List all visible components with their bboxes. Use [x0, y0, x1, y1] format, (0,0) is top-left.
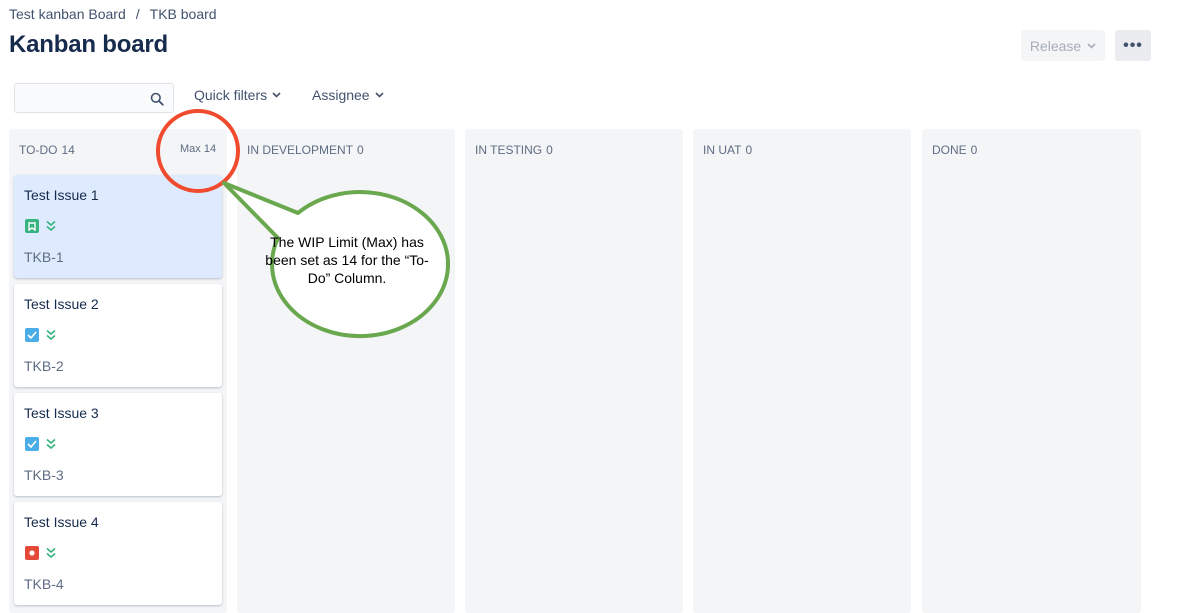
quick-filters-dropdown[interactable]: Quick filters [194, 87, 281, 103]
column-name: IN TESTING [475, 143, 543, 157]
priority-lowest-icon [46, 438, 56, 450]
column-name: IN UAT [703, 143, 742, 157]
card-title: Test Issue 3 [24, 405, 99, 421]
search-box [14, 83, 174, 113]
column-in-uat[interactable]: IN UAT 0 [693, 129, 911, 613]
column-header: DONE 0 [932, 143, 977, 157]
column-count: 0 [546, 143, 553, 157]
breadcrumb: Test kanban Board / TKB board [9, 6, 217, 22]
column-in-testing[interactable]: IN TESTING 0 [465, 129, 683, 613]
column-header: IN DEVELOPMENT 0 [247, 143, 364, 157]
issue-key[interactable]: TKB-3 [24, 467, 64, 483]
annotation-text: The WIP Limit (Max) has been set as 14 f… [265, 234, 429, 286]
task-icon [25, 328, 39, 342]
issue-key[interactable]: TKB-2 [24, 358, 64, 374]
search-icon[interactable] [150, 92, 164, 106]
column-name: DONE [932, 143, 967, 157]
issue-card[interactable]: Test Issue 3 TKB-3 [14, 393, 222, 496]
page-title: Kanban board [9, 31, 168, 58]
chevron-down-icon [1087, 42, 1096, 49]
column-todo[interactable]: TO-DO 14 Max 14 Test Issue 1 TKB-1 Test I… [9, 129, 227, 613]
assignee-dropdown[interactable]: Assignee [312, 87, 384, 103]
breadcrumb-separator: / [135, 6, 140, 22]
release-label: Release [1029, 37, 1082, 54]
issue-key[interactable]: TKB-4 [24, 576, 64, 592]
issue-key[interactable]: TKB-1 [24, 249, 64, 265]
quick-filters-label: Quick filters [194, 87, 268, 103]
priority-lowest-icon [46, 329, 56, 341]
issue-card[interactable]: Test Issue 2 TKB-2 [14, 284, 222, 387]
column-header: IN UAT 0 [703, 143, 752, 157]
column-count: 14 [61, 143, 75, 157]
card-title: Test Issue 2 [24, 296, 99, 312]
column-count: 0 [745, 143, 753, 157]
column-in-development[interactable]: IN DEVELOPMENT 0 [237, 129, 455, 613]
card-title: Test Issue 4 [24, 514, 99, 530]
release-button[interactable]: Release [1021, 30, 1105, 61]
breadcrumb-board-link[interactable]: TKB board [150, 6, 217, 22]
column-done[interactable]: DONE 0 [922, 129, 1141, 613]
column-count: 0 [357, 143, 364, 157]
more-actions-button[interactable]: ••• [1115, 30, 1151, 61]
chevron-down-icon [272, 92, 281, 98]
chevron-down-icon [375, 92, 384, 98]
bug-icon [25, 546, 39, 560]
column-name: TO-DO [19, 143, 58, 157]
priority-lowest-icon [46, 220, 56, 232]
card-title: Test Issue 1 [24, 187, 99, 203]
assignee-label: Assignee [312, 87, 370, 103]
column-header: TO-DO 14 [19, 143, 75, 157]
priority-lowest-icon [46, 547, 56, 559]
column-header: IN TESTING 0 [475, 143, 553, 157]
more-icon: ••• [1123, 36, 1143, 54]
issue-card[interactable]: Test Issue 4 TKB-4 [14, 502, 222, 605]
wip-limit-label: Max 14 [180, 143, 217, 155]
column-count: 0 [970, 143, 978, 157]
task-icon [25, 437, 39, 451]
search-input[interactable] [15, 84, 145, 112]
breadcrumb-project-link[interactable]: Test kanban Board [9, 6, 126, 22]
story-icon [25, 219, 39, 233]
issue-card[interactable]: Test Issue 1 TKB-1 [14, 175, 222, 278]
column-name: IN DEVELOPMENT [247, 143, 354, 157]
